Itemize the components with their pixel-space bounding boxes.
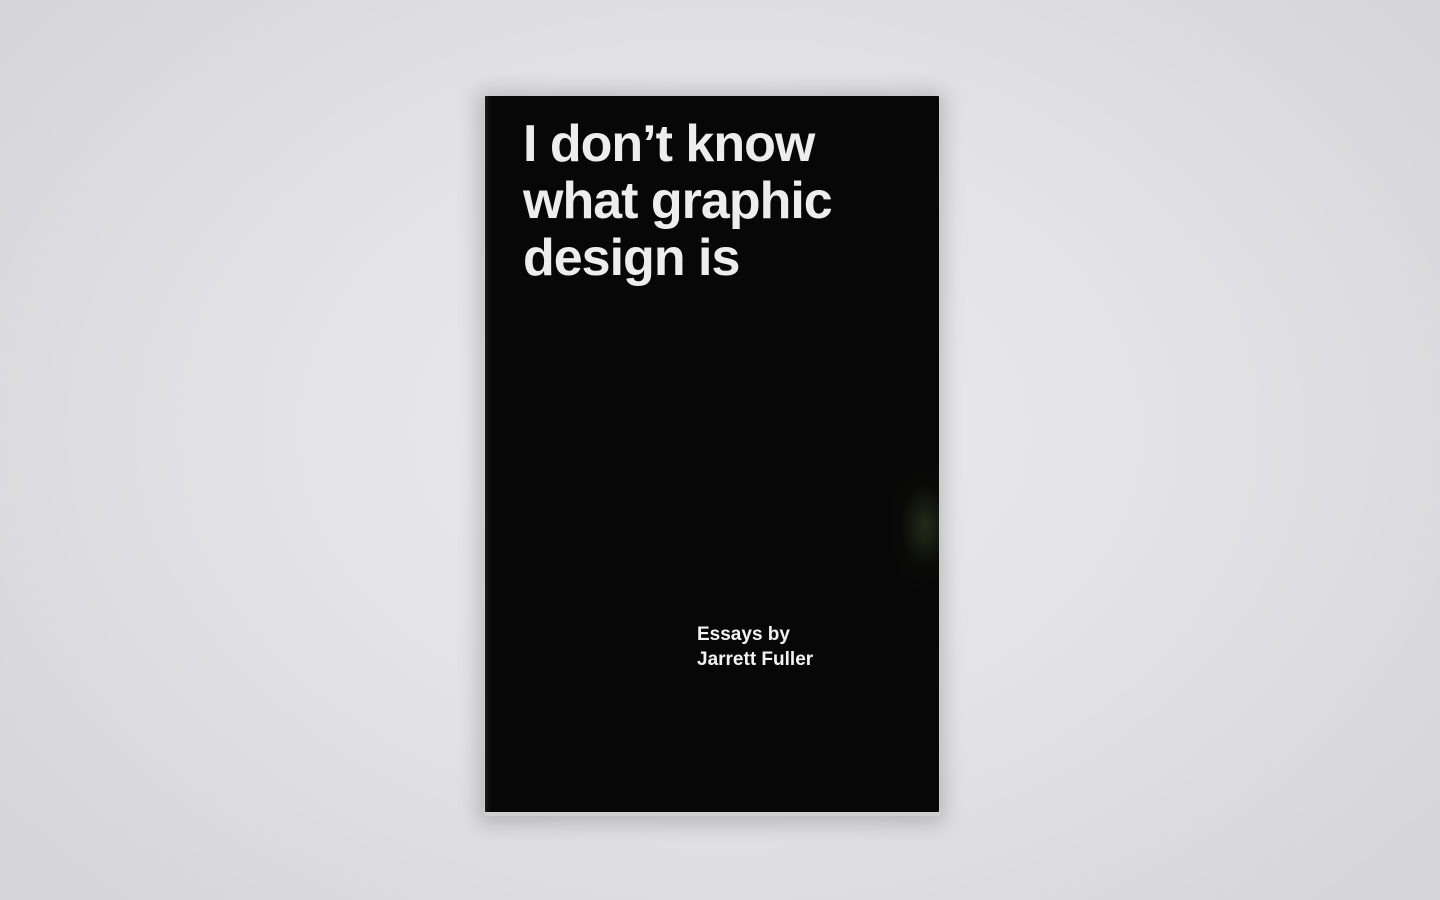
author-name: Jarrett Fuller	[697, 649, 814, 670]
book-spine-edge	[485, 96, 491, 812]
book-title-line: what graphic	[523, 172, 833, 230]
book-title-line: I don’t know	[523, 115, 815, 173]
book-title-line: design is	[523, 229, 740, 287]
book-title: I don’t know what graphic design is	[523, 115, 833, 287]
book-cover: I don’t know what graphic design is Essa…	[485, 96, 939, 812]
byline-prefix: Essays by	[697, 624, 790, 645]
cover-light-glare	[865, 426, 939, 626]
book-byline: Essays by Jarrett Fuller	[697, 622, 813, 672]
